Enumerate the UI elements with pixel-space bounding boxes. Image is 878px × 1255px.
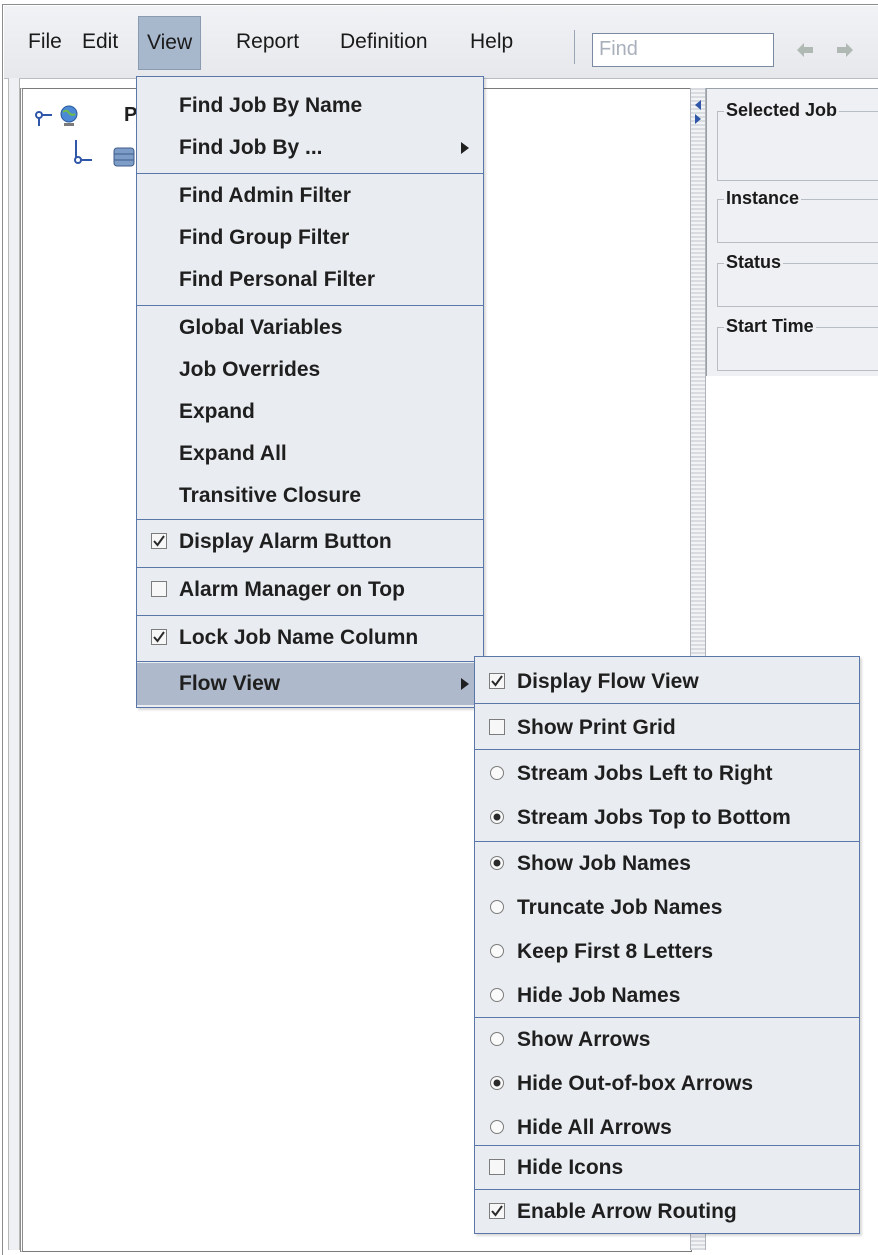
radio-selected-icon	[490, 856, 504, 870]
selected-job-label: Selected Job	[724, 100, 840, 121]
radio-unselected-icon	[490, 1120, 504, 1134]
splitter-arrows-icon[interactable]	[693, 98, 703, 128]
find-input[interactable]: Find	[592, 33, 774, 67]
application-window: File Edit View Report Definition Help Fi…	[0, 0, 878, 1255]
menuitem-expand-all[interactable]: Expand All	[137, 433, 483, 475]
menuitem-alarm-manager-on-top[interactable]: Alarm Manager on Top	[137, 569, 483, 611]
menu-edit[interactable]: Edit	[74, 14, 126, 70]
menuitem-truncate-job-names[interactable]: Truncate Job Names	[475, 887, 859, 929]
menuitem-find-personal-filter[interactable]: Find Personal Filter	[137, 259, 483, 301]
menuitem-hide-all-arrows[interactable]: Hide All Arrows	[475, 1107, 859, 1149]
selected-job-field: Selected Job	[717, 100, 878, 181]
menuitem-lock-job-name-column[interactable]: Lock Job Name Column	[137, 617, 483, 659]
checkbox-checked-icon	[151, 533, 167, 549]
menu-help[interactable]: Help	[462, 14, 521, 70]
start-time-field: Start Time	[717, 316, 878, 371]
flow-view-submenu: Display Flow View Show Print Grid Stream…	[474, 656, 860, 1234]
checkbox-unchecked-icon	[489, 719, 505, 735]
tree-connector-icon	[35, 111, 52, 126]
menu-definition[interactable]: Definition	[332, 14, 436, 70]
start-time-label: Start Time	[724, 316, 816, 337]
menuitem-display-flow-view[interactable]: Display Flow View	[475, 661, 859, 703]
menu-bar: File Edit View Report Definition Help Fi…	[4, 6, 878, 79]
instance-label: Instance	[724, 188, 802, 209]
menuitem-find-job-by-name[interactable]: Find Job By Name	[137, 85, 483, 127]
toolbar-separator	[574, 30, 575, 64]
left-edge-bar	[8, 78, 20, 1250]
menu-separator	[137, 661, 483, 662]
find-placeholder: Find	[599, 38, 638, 60]
menuitem-show-arrows[interactable]: Show Arrows	[475, 1019, 859, 1061]
tree-child-node[interactable]	[72, 138, 142, 174]
menu-separator	[137, 567, 483, 568]
menuitem-find-admin-filter[interactable]: Find Admin Filter	[137, 175, 483, 217]
menu-separator	[137, 305, 483, 306]
view-menu: Find Job By Name Find Job By ... Find Ad…	[136, 76, 484, 708]
status-field: Status	[717, 252, 878, 307]
radio-unselected-icon	[490, 900, 504, 914]
submenu-arrow-icon	[461, 142, 469, 154]
submenu-arrow-icon	[461, 678, 469, 690]
tree-branch-icon	[74, 140, 92, 164]
menuitem-hide-icons[interactable]: Hide Icons	[475, 1147, 859, 1189]
radio-selected-icon	[490, 810, 504, 824]
menu-separator	[475, 1189, 859, 1190]
checkbox-checked-icon	[489, 673, 505, 689]
radio-selected-icon	[490, 1076, 504, 1090]
forward-icon[interactable]	[834, 39, 856, 61]
menu-separator	[137, 519, 483, 520]
radio-unselected-icon	[490, 766, 504, 780]
globe-icon	[60, 105, 78, 126]
menuitem-find-group-filter[interactable]: Find Group Filter	[137, 217, 483, 259]
radio-unselected-icon	[490, 1032, 504, 1046]
back-icon[interactable]	[794, 39, 816, 61]
menuitem-hide-out-of-box-arrows[interactable]: Hide Out-of-box Arrows	[475, 1063, 859, 1105]
menu-separator	[475, 1017, 859, 1018]
checkbox-unchecked-icon	[151, 581, 167, 597]
menu-separator	[475, 749, 859, 750]
menuitem-show-job-names[interactable]: Show Job Names	[475, 843, 859, 885]
menu-separator	[137, 615, 483, 616]
menuitem-global-variables[interactable]: Global Variables	[137, 307, 483, 349]
instance-field: Instance	[717, 188, 878, 243]
checkbox-checked-icon	[489, 1203, 505, 1219]
menuitem-keep-first-8-letters[interactable]: Keep First 8 Letters	[475, 931, 859, 973]
menu-separator	[475, 841, 859, 842]
radio-unselected-icon	[490, 944, 504, 958]
menuitem-stream-left-to-right[interactable]: Stream Jobs Left to Right	[475, 753, 859, 795]
menu-separator	[475, 1145, 859, 1146]
menu-report[interactable]: Report	[228, 14, 307, 70]
radio-unselected-icon	[490, 988, 504, 1002]
menuitem-show-print-grid[interactable]: Show Print Grid	[475, 707, 859, 749]
menuitem-flow-view[interactable]: Flow View	[137, 663, 483, 705]
menu-separator	[137, 173, 483, 174]
menuitem-display-alarm-button[interactable]: Display Alarm Button	[137, 521, 483, 563]
status-label: Status	[724, 252, 784, 273]
menuitem-hide-job-names[interactable]: Hide Job Names	[475, 975, 859, 1017]
menuitem-job-overrides[interactable]: Job Overrides	[137, 349, 483, 391]
database-icon	[113, 147, 135, 167]
menu-view[interactable]: View	[138, 16, 202, 70]
job-details-pane: Selected Job Instance Status Start Time	[706, 88, 878, 378]
menu-file[interactable]: File	[20, 14, 70, 70]
menuitem-transitive-closure[interactable]: Transitive Closure	[137, 475, 483, 517]
checkbox-unchecked-icon	[489, 1159, 505, 1175]
checkbox-checked-icon	[151, 629, 167, 645]
menuitem-expand[interactable]: Expand	[137, 391, 483, 433]
menu-separator	[475, 703, 859, 704]
menuitem-find-job-by[interactable]: Find Job By ...	[137, 127, 483, 169]
menuitem-stream-top-to-bottom[interactable]: Stream Jobs Top to Bottom	[475, 797, 859, 839]
menuitem-enable-arrow-routing[interactable]: Enable Arrow Routing	[475, 1191, 859, 1233]
